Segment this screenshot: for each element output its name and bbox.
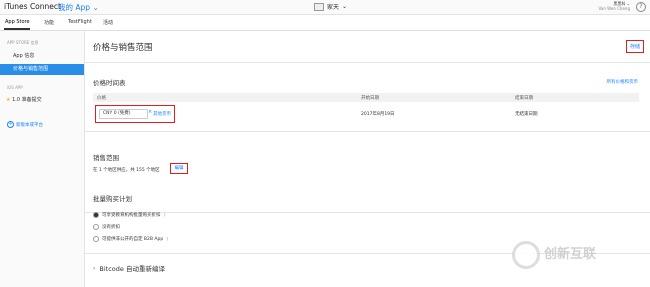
tab-testflight[interactable]: TestFlight [68,19,92,25]
watermark-logo: 创新互联 [512,232,650,278]
watermark-text: 创新互联 [544,247,597,262]
all-prices-link[interactable]: 所有价格和货币 [607,79,639,85]
chevron-down-icon: ⌄ [342,3,348,10]
price-schedule-title: 价格时间表 [93,79,126,87]
start-date: 2017年8月19日 [361,112,395,117]
radio-label: 没有折扣 [102,225,120,230]
sidebar-item-label: 价格与销售范围 [13,66,49,72]
end-date: 无结束日期 [515,112,538,117]
sidebar-section-ios-app: iOS APP [7,85,23,90]
radio-button[interactable] [93,224,99,230]
tab-activity[interactable]: 活动 [103,19,113,26]
watermark-icon [512,241,540,269]
other-currencies-link[interactable]: 其他货币 [153,111,171,117]
add-version-button[interactable]: + 新版本或平台 [7,121,43,128]
radio-option-education[interactable]: 可享受教育机构批量购买折扣? [93,212,166,218]
radio-label: 可提供非公开的自定 B2B App [102,237,164,242]
tab-features[interactable]: 功能 [44,19,54,26]
team-selector[interactable]: 家天 ⌄ [314,2,347,11]
help-icon[interactable]: ? [164,213,166,218]
app-name: 我的 App [58,3,91,12]
bitcode-label: Bitcode 自动重新编译 [99,265,165,273]
radio-option-b2b[interactable]: 可提供非公开的自定 B2B App? [93,236,168,242]
chevron-right-icon: › [93,264,96,272]
price-tier-select[interactable]: CNY 0 (免费) [99,109,148,119]
bitcode-section-toggle[interactable]: › Bitcode 自动重新编译 [93,263,165,274]
remove-price-icon[interactable]: × [148,109,152,115]
page-title: 价格与销售范围 [93,43,153,53]
help-icon[interactable]: ? [166,237,168,242]
sidebar-item-app-info[interactable]: App 信息 [0,51,84,62]
volume-purchase-title: 批量购买计划 [93,195,132,203]
team-name: 家天 [327,4,340,11]
user-menu[interactable]: 黑黑科 ⌄ Van Wen Cheng [598,1,630,11]
divider [85,212,650,213]
version-label: 1.0 准备提交 [12,97,42,103]
price-row-highlight: CNY 0 (免费) × 其他货币 [95,105,175,123]
help-icon[interactable]: ? [636,2,646,12]
sidebar: APP STORE 信息 App 信息 价格与销售范围 iOS APP ★ 1.… [0,31,85,287]
sidebar-item-pricing[interactable]: 价格与销售范围 [0,64,84,75]
sidebar-item-version[interactable]: ★ 1.0 准备提交 [6,96,42,103]
sidebar-section-app-store: APP STORE 信息 [7,40,39,45]
star-icon: ★ [6,97,11,103]
watermark-text-group: 创新互联 [544,248,596,262]
tab-app-store[interactable]: App Store [5,19,30,25]
sidebar-item-label: App 信息 [13,53,35,59]
column-header-price: 价格 [97,96,106,101]
radio-button[interactable] [93,212,99,218]
availability-text: 在 1 个地区供应，共 155 个地区 [93,168,160,173]
itunes-connect-logo[interactable]: iTunes Connect [4,2,61,11]
plus-icon: + [7,121,14,128]
chevron-down-icon: ⌄ [92,3,99,12]
save-button[interactable]: 存储 [625,40,644,53]
radio-option-no-discount[interactable]: 没有折扣 [93,224,120,230]
availability-title: 销售范围 [93,154,119,162]
add-version-label: 新版本或平台 [16,122,43,128]
edit-availability-button[interactable]: 编辑 [170,163,188,174]
top-bar: iTunes Connect 我的 App ⌄ 家天 ⌄ 黑黑科 ⌄ Van W… [0,0,650,15]
app-menu[interactable]: 我的 App ⌄ [58,2,99,13]
divider [85,62,650,63]
team-logo-icon [314,2,324,11]
radio-button[interactable] [93,236,99,242]
active-tab-indicator [4,28,30,30]
radio-label: 可享受教育机构批量购买折扣 [102,213,161,218]
price-table-header: 价格 开始日期 结束日期 [93,93,639,102]
column-header-start: 开始日期 [361,96,379,101]
tab-bar: App Store 功能 TestFlight 活动 [0,15,650,31]
divider [85,131,650,132]
user-subtitle: Van Wen Cheng [598,6,630,11]
column-header-end: 结束日期 [515,96,533,101]
